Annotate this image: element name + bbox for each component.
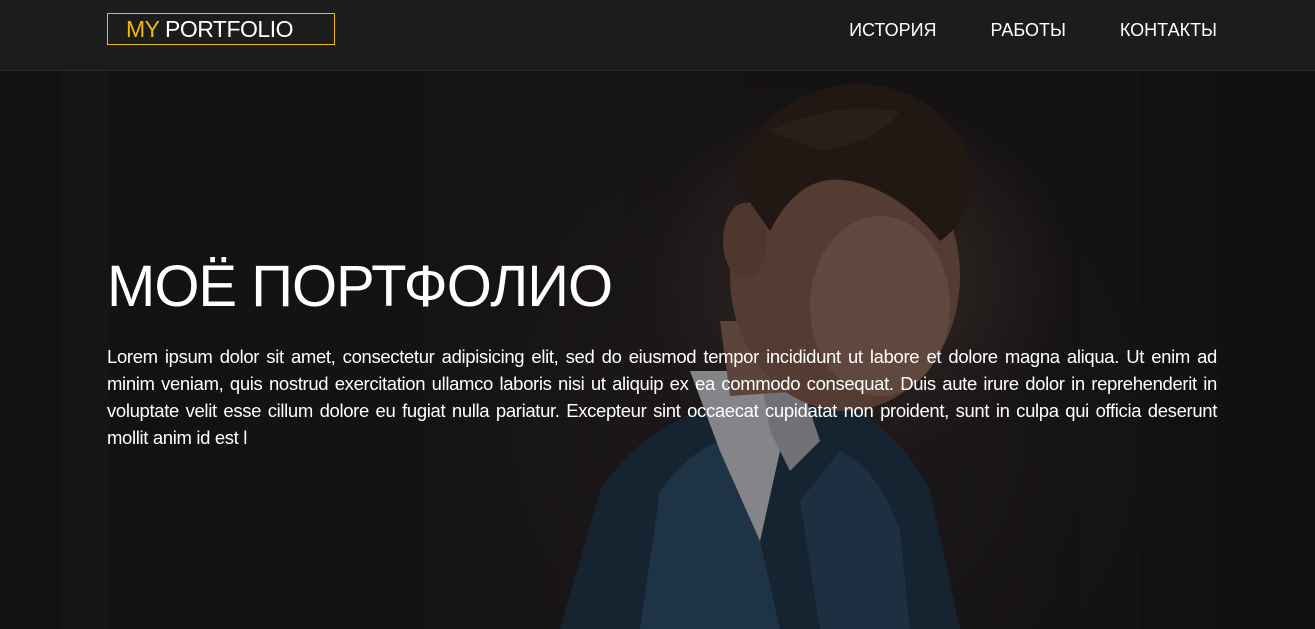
nav-link-works[interactable]: РАБОТЫ <box>991 19 1066 41</box>
site-header: MY PORTFOLIO ИСТОРИЯ РАБОТЫ КОНТАКТЫ <box>0 0 1315 71</box>
page: MY PORTFOLIO ИСТОРИЯ РАБОТЫ КОНТАКТЫ МОЁ… <box>0 0 1315 629</box>
hero-content: МОЁ ПОРТФОЛИО Lorem ipsum dolor sit amet… <box>107 254 1217 470</box>
logo[interactable]: MY PORTFOLIO <box>107 13 335 45</box>
nav-link-contacts[interactable]: КОНТАКТЫ <box>1120 19 1217 41</box>
nav-link-history[interactable]: ИСТОРИЯ <box>849 19 936 41</box>
hero-text: Lorem ipsum dolor sit amet, consectetur … <box>107 346 1217 448</box>
page-title: МОЁ ПОРТФОЛИО <box>107 254 613 319</box>
logo-text: PORTFOLIO <box>159 16 294 42</box>
main-nav: ИСТОРИЯ РАБОТЫ КОНТАКТЫ <box>795 19 1217 41</box>
logo-accent: MY <box>126 16 160 42</box>
